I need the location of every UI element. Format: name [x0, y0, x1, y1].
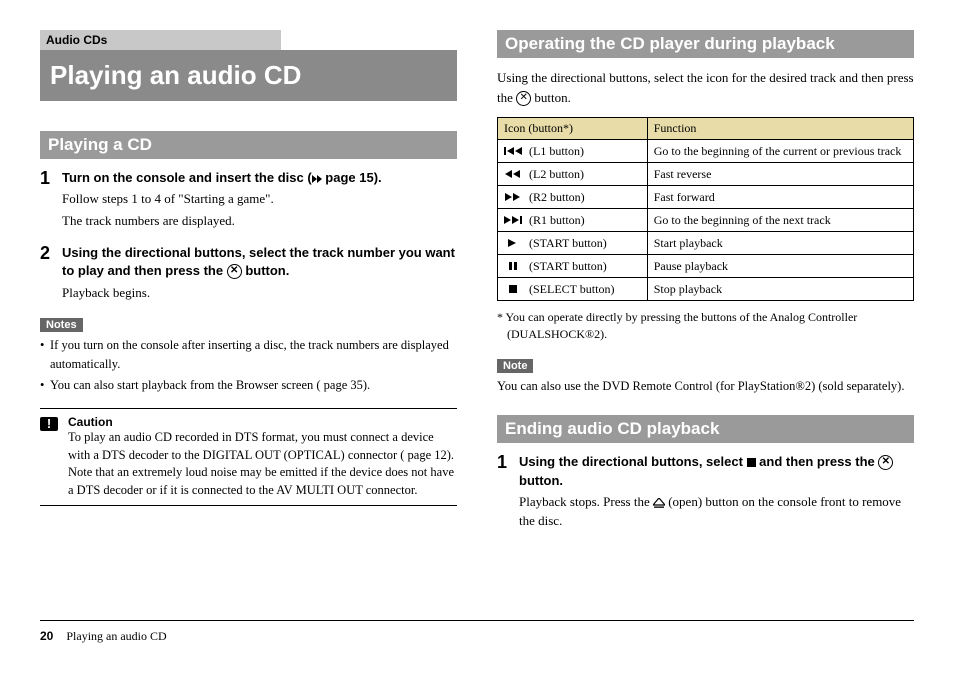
left-column: Audio CDs Playing an audio CD Playing a …	[40, 30, 457, 590]
caution-icon: !	[40, 417, 58, 431]
play-icon	[504, 235, 526, 250]
section-operating-cd: Operating the CD player during playback	[497, 30, 914, 58]
section-ending-playback: Ending audio CD playback	[497, 415, 914, 443]
note-body: You can also use the DVD Remote Control …	[497, 377, 914, 396]
prev-track-icon	[504, 143, 526, 158]
footer-title: Playing an audio CD	[66, 629, 166, 643]
section-intro: Using the directional buttons, select th…	[497, 68, 914, 107]
step-text: Playback stops. Press the (open) button …	[519, 492, 914, 531]
note-label: Note	[497, 359, 533, 373]
step-1: 1 Turn on the console and insert the dis…	[40, 169, 457, 230]
playback-icon-table: Icon (button*) Function (L1 button) Go t…	[497, 117, 914, 301]
step-text: The track numbers are displayed.	[62, 211, 457, 231]
caution-block: ! Caution To play an audio CD recorded i…	[40, 408, 457, 506]
table-header-function: Function	[647, 118, 913, 140]
table-row: (R1 button) Go to the beginning of the n…	[498, 209, 914, 232]
x-button-icon: ✕	[878, 455, 893, 470]
page-content: Audio CDs Playing an audio CD Playing a …	[40, 30, 914, 621]
step-number: 1	[497, 453, 511, 530]
table-row: (R2 button) Fast forward	[498, 186, 914, 209]
table-row: (SELECT button) Stop playback	[498, 278, 914, 301]
ref-arrow-icon	[312, 175, 322, 183]
table-footnote: * You can operate directly by pressing t…	[497, 309, 914, 343]
notes-list: If you turn on the console after inserti…	[40, 336, 457, 394]
x-button-icon: ✕	[516, 91, 531, 106]
caution-text: To play an audio CD recorded in DTS form…	[68, 429, 457, 499]
step-2: 2 Using the directional buttons, select …	[40, 244, 457, 302]
step-1-ending: 1 Using the directional buttons, select …	[497, 453, 914, 530]
step-text: Follow steps 1 to 4 of "Starting a game"…	[62, 189, 457, 209]
table-header-icon: Icon (button*)	[498, 118, 648, 140]
x-button-icon: ✕	[227, 264, 242, 279]
page-number: 20	[40, 629, 53, 643]
notes-label: Notes	[40, 318, 83, 332]
table-row: (L1 button) Go to the beginning of the c…	[498, 140, 914, 163]
fast-forward-icon	[504, 189, 526, 204]
eject-icon	[653, 498, 665, 508]
step-heading: Using the directional buttons, select an…	[519, 453, 914, 489]
right-column: Operating the CD player during playback …	[497, 30, 914, 590]
note-item: You can also start playback from the Bro…	[40, 376, 457, 395]
section-playing-a-cd: Playing a CD	[40, 131, 457, 159]
step-text: Playback begins.	[62, 283, 457, 303]
step-heading: Turn on the console and insert the disc …	[62, 169, 457, 187]
page-footer: 20 Playing an audio CD	[40, 621, 914, 644]
note-item: If you turn on the console after inserti…	[40, 336, 457, 374]
step-number: 1	[40, 169, 54, 230]
stop-icon	[504, 281, 526, 296]
next-track-icon	[504, 212, 526, 227]
pause-icon	[504, 258, 526, 273]
table-row: (START button) Pause playback	[498, 255, 914, 278]
main-title: Playing an audio CD	[40, 50, 457, 101]
table-row: (L2 button) Fast reverse	[498, 163, 914, 186]
fast-reverse-icon	[504, 166, 526, 181]
chapter-label: Audio CDs	[40, 30, 281, 50]
caution-title: Caution	[68, 415, 457, 429]
table-row: (START button) Start playback	[498, 232, 914, 255]
step-number: 2	[40, 244, 54, 302]
step-heading: Using the directional buttons, select th…	[62, 244, 457, 280]
stop-icon	[747, 458, 756, 467]
